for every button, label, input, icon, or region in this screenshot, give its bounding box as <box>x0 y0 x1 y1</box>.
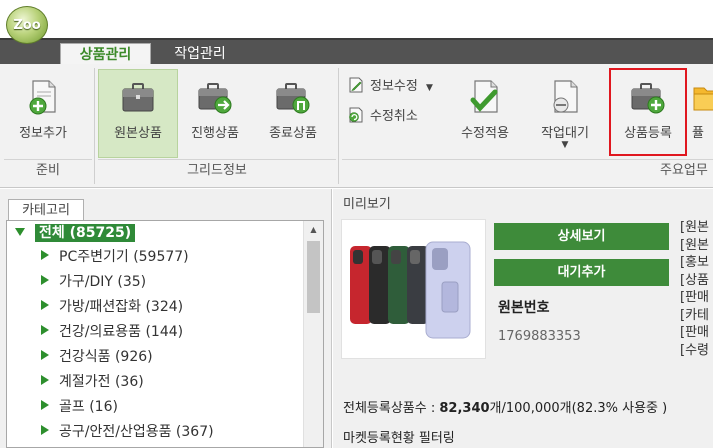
tree-item[interactable]: 건강식품 (926) <box>41 345 153 369</box>
original-product-button[interactable]: 원본상품 <box>98 69 178 158</box>
briefcase-add-icon <box>631 83 665 114</box>
tree-item-label: 골프 (16) <box>59 399 118 415</box>
original-number-label: 원본번호 <box>498 300 550 316</box>
tree-item-label: 가구/DIY (35) <box>59 274 147 290</box>
group-label-main-work: 주요업무 <box>660 163 708 178</box>
briefcase-arrow-icon <box>198 83 232 114</box>
group-label-prepare: 준비 <box>36 163 60 178</box>
info-line: [수령 <box>680 342 709 358</box>
tab-product-management[interactable]: 상품관리 <box>60 43 151 66</box>
tree-item[interactable]: 가구/DIY (35) <box>41 270 146 294</box>
tree-item-label: 건강식품 (926) <box>59 349 153 365</box>
apply-edit-button[interactable]: 수정적용 <box>450 70 520 156</box>
briefcase-door-icon <box>276 83 310 114</box>
market-filter-label: 마켓등록현황 필터링 <box>343 431 455 446</box>
tree-item[interactable]: 골프 (16) <box>41 395 118 419</box>
info-edit-label: 정보수정 <box>370 79 418 94</box>
ribbon-toolbar: 정보추가 원본상품 진행상품 종료상품 정보수정 ▼ 수정취소 수정적용 작업대… <box>0 64 713 188</box>
apply-edit-label: 수정적용 <box>461 126 509 141</box>
tab-category[interactable]: 카테고리 <box>8 199 84 221</box>
tree-root-label: 전체 (85725) <box>35 224 136 242</box>
preview-panel: 미리보기 상세보기 대기추가 원본번호 1769883353 [원본 [원본 [… <box>333 189 713 448</box>
collapse-arrow-icon[interactable] <box>15 228 25 236</box>
phone-cases-image <box>350 241 471 339</box>
folder-button[interactable]: 퓰 <box>692 70 713 156</box>
dropdown-caret-icon: ▼ <box>425 83 433 93</box>
scroll-up-arrow-icon[interactable]: ▲ <box>304 221 323 239</box>
registration-summary: 전체등록상품수 : 82,340개/100,000개(82.3% 사용중 ) <box>343 397 667 416</box>
product-register-button[interactable]: 상품등록 <box>609 68 687 156</box>
add-to-wait-button[interactable]: 대기추가 <box>494 259 669 286</box>
expand-arrow-icon[interactable] <box>41 400 49 410</box>
tree-item-label: PC주변기기 (59577) <box>59 249 189 265</box>
tree-item[interactable]: PC주변기기 (59577) <box>41 245 189 269</box>
info-edit-button[interactable]: 정보수정 ▼ <box>348 76 433 98</box>
tree-item-label: 가방/패션잡화 (324) <box>59 299 184 315</box>
product-register-label: 상품등록 <box>624 126 672 141</box>
menu-tab-bar: 상품관리 작업관리 <box>0 38 713 66</box>
group-separator <box>338 68 339 184</box>
ended-product-button[interactable]: 종료상품 <box>258 70 328 156</box>
tree-item-label: 계절가전 (36) <box>59 374 144 390</box>
expand-arrow-icon[interactable] <box>41 250 49 260</box>
info-add-button[interactable]: 정보추가 <box>8 70 78 156</box>
tree-item[interactable]: 건강/의료용품 (144) <box>41 320 183 344</box>
info-line: [홍보 <box>680 255 709 270</box>
expand-arrow-icon[interactable] <box>41 325 49 335</box>
expand-arrow-icon[interactable] <box>41 425 49 435</box>
tree-item[interactable]: 계절가전 (36) <box>41 370 144 394</box>
job-wait-label: 작업대기 <box>541 126 589 141</box>
job-wait-button[interactable]: 작업대기 ▼ <box>530 70 600 156</box>
tree-root-item[interactable]: 전체 (85725) <box>15 221 136 245</box>
original-product-label: 원본상품 <box>114 126 162 141</box>
category-tree: 전체 (85725) PC주변기기 (59577) 가구/DIY (35) 가방… <box>6 220 324 448</box>
expand-arrow-icon[interactable] <box>41 375 49 385</box>
product-info-list: [원본 [원본 [홍보 [상품 [판매 [카테 [판매 [수령 <box>680 219 713 359</box>
tree-item[interactable]: 가방/패션잡화 (324) <box>41 295 183 319</box>
dropdown-caret-icon: ▼ <box>561 140 569 150</box>
app-logo[interactable]: Zoo <box>6 6 48 44</box>
vertical-scrollbar[interactable]: ▲ <box>303 221 323 447</box>
title-bar <box>0 0 713 40</box>
add-document-icon <box>29 80 56 115</box>
info-line: [원본 <box>680 237 709 253</box>
category-panel: 카테고리 전체 (85725) PC주변기기 (59577) 가구/DIY (3… <box>0 189 332 448</box>
info-line: [상품 <box>680 272 709 288</box>
summary-prefix: 전체등록상품수 : <box>343 401 440 416</box>
tree-item-label: 건강/의료용품 (144) <box>59 324 184 340</box>
tab-job-management[interactable]: 작업관리 <box>160 43 240 66</box>
group-separator <box>94 68 95 184</box>
briefcase-icon <box>122 83 154 112</box>
tree-item-label: 공구/안전/산업용품 (367) <box>59 424 214 440</box>
info-line: [판매 <box>680 325 709 340</box>
info-line: [원본 <box>680 220 709 235</box>
info-line: [카테 <box>680 307 709 323</box>
in-progress-product-label: 진행상품 <box>191 126 239 141</box>
folder-icon <box>693 87 713 111</box>
folder-label: 퓰 <box>692 126 704 141</box>
info-add-label: 정보추가 <box>19 126 67 141</box>
scroll-thumb[interactable] <box>307 241 320 313</box>
in-progress-product-button[interactable]: 진행상품 <box>180 70 250 156</box>
edit-document-icon <box>349 77 363 93</box>
tree-item[interactable]: 공구/안전/산업용품 (367) <box>41 420 214 444</box>
ended-product-label: 종료상품 <box>269 126 317 141</box>
detail-view-button[interactable]: 상세보기 <box>494 223 669 250</box>
product-image <box>341 219 486 359</box>
preview-title: 미리보기 <box>343 197 391 212</box>
cancel-edit-label: 수정취소 <box>370 109 418 124</box>
expand-arrow-icon[interactable] <box>41 350 49 360</box>
pending-document-icon <box>553 80 578 113</box>
info-line: [판매 <box>680 290 709 305</box>
summary-count: 82,340 <box>439 401 490 416</box>
expand-arrow-icon[interactable] <box>41 275 49 285</box>
group-divider <box>342 159 713 160</box>
original-number-value: 1769883353 <box>498 329 581 344</box>
summary-rest: 개/100,000개(82.3% 사용중 ) <box>489 401 668 416</box>
check-document-icon <box>470 80 498 113</box>
expand-arrow-icon[interactable] <box>41 300 49 310</box>
cancel-edit-button[interactable]: 수정취소 <box>348 106 418 128</box>
group-label-grid-info: 그리드정보 <box>187 163 247 178</box>
undo-document-icon <box>349 107 363 123</box>
